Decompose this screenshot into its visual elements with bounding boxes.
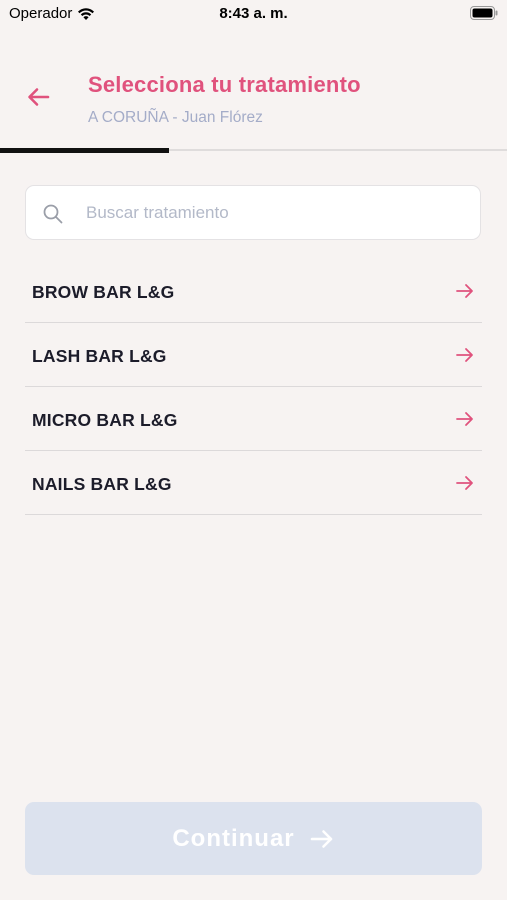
arrow-right-icon	[310, 829, 332, 848]
continue-label: Continuar	[172, 824, 295, 852]
arrow-right-icon	[456, 284, 473, 298]
battery-icon	[470, 6, 498, 20]
arrow-right-icon	[456, 348, 473, 362]
list-item-lash-bar[interactable]: LASH BAR L&G	[25, 324, 482, 387]
list-item-label: MICRO BAR L&G	[32, 410, 178, 430]
page-subtitle: A CORUÑA - Juan Flórez	[88, 109, 263, 126]
progress-fill	[0, 148, 169, 153]
search-icon	[43, 204, 63, 224]
arrow-right-icon	[456, 476, 473, 490]
header: Selecciona tu tratamiento A CORUÑA - Jua…	[0, 60, 507, 150]
page-title: Selecciona tu tratamiento	[88, 72, 361, 97]
list-item-brow-bar[interactable]: BROW BAR L&G	[25, 260, 482, 323]
list-item-micro-bar[interactable]: MICRO BAR L&G	[25, 388, 482, 451]
continue-button[interactable]: Continuar	[25, 802, 482, 875]
status-bar: Operador 8:43 a. m.	[0, 0, 507, 28]
list-item-label: NAILS BAR L&G	[32, 474, 172, 494]
arrow-right-icon	[456, 412, 473, 426]
back-arrow-icon[interactable]	[24, 82, 54, 112]
list-item-label: BROW BAR L&G	[32, 282, 175, 302]
search-input[interactable]	[86, 186, 466, 239]
list-item-label: LASH BAR L&G	[32, 346, 167, 366]
list-item-nails-bar[interactable]: NAILS BAR L&G	[25, 452, 482, 515]
status-time: 8:43 a. m.	[219, 5, 288, 22]
search-box[interactable]	[25, 185, 481, 240]
treatment-list: BROW BAR L&G LASH BAR L&G MICRO BAR L&G …	[25, 260, 482, 516]
